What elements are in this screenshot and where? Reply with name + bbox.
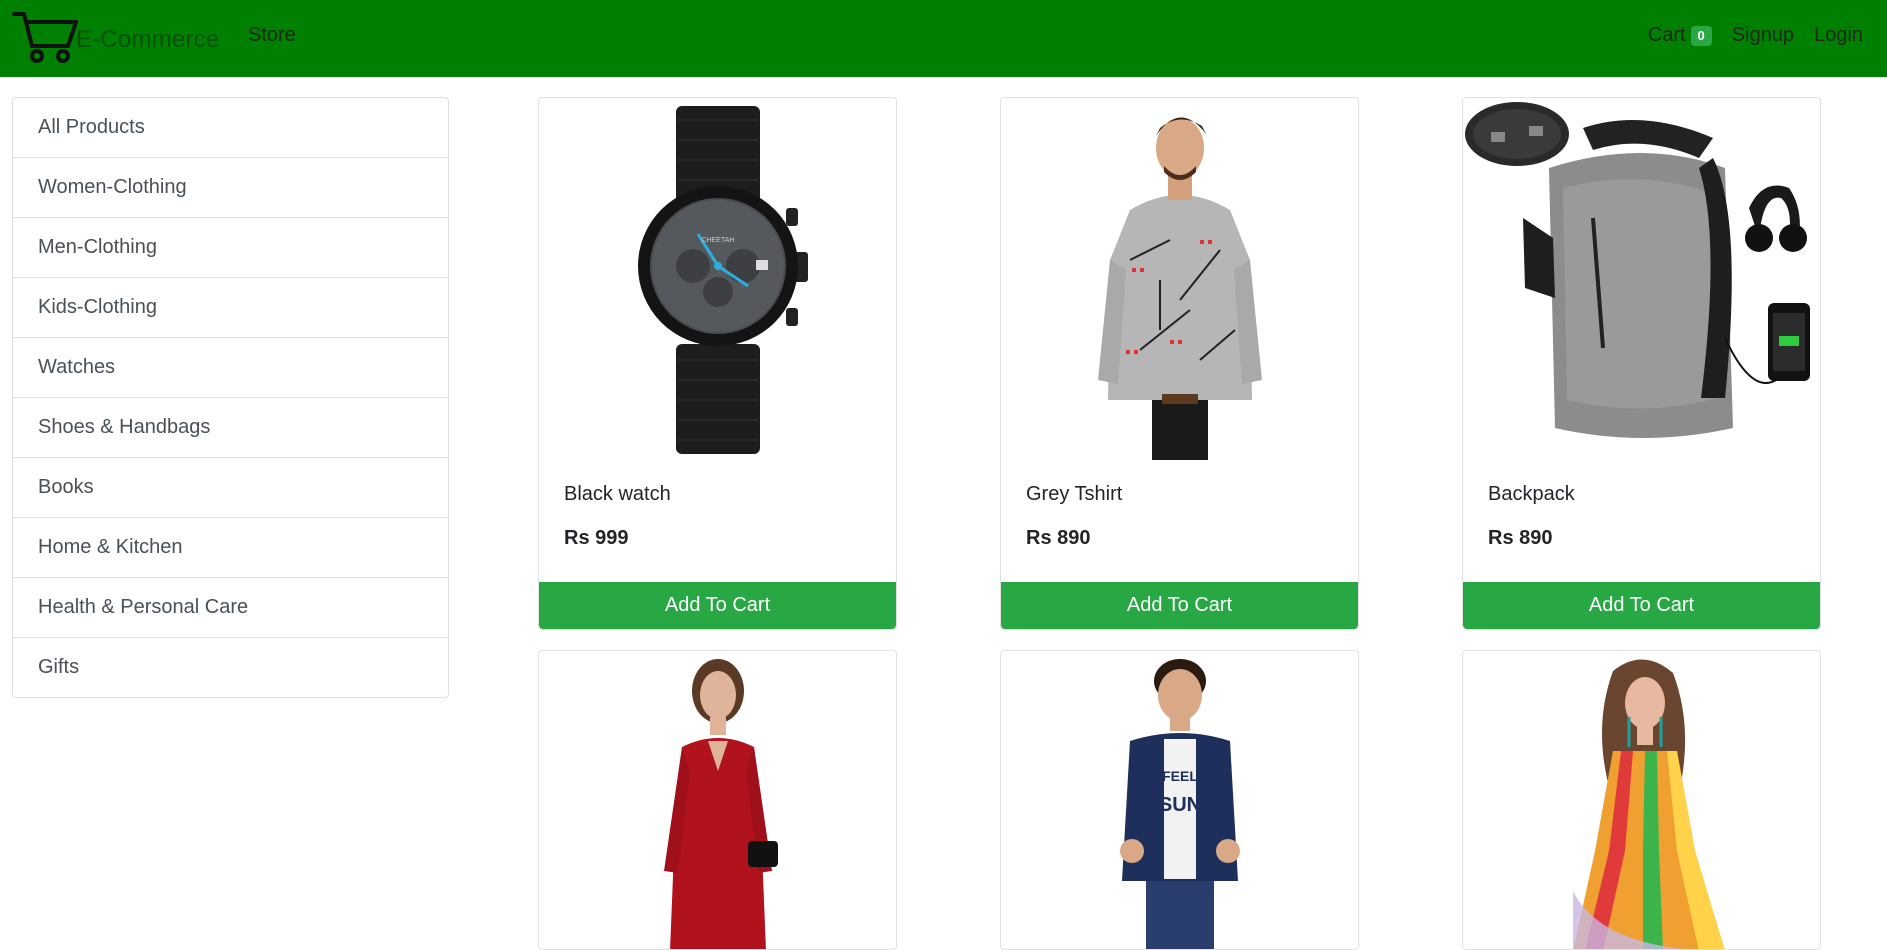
product-price: Rs 890 xyxy=(1488,527,1553,549)
shopping-cart-icon xyxy=(12,12,78,63)
nav-store-link[interactable]: Store xyxy=(248,24,296,47)
brand-link[interactable]: E-Commerce xyxy=(12,8,232,68)
product-card: FEEL SUN xyxy=(1000,650,1359,950)
svg-text:CHEETAH: CHEETAH xyxy=(701,237,734,244)
category-health-personal-care[interactable]: Health & Personal Care xyxy=(12,577,449,638)
cart-label: Cart xyxy=(1647,24,1686,46)
top-navbar: E-Commerce Store Cart 0 Signup Login xyxy=(0,0,1887,77)
category-all-products[interactable]: All Products xyxy=(12,97,449,158)
svg-text:SUN: SUN xyxy=(1158,794,1200,816)
product-card xyxy=(1462,650,1821,950)
add-to-cart-button[interactable]: Add To Cart xyxy=(539,582,896,629)
add-to-cart-button[interactable]: Add To Cart xyxy=(1463,582,1820,629)
category-sidebar: All Products Women-Clothing Men-Clothing… xyxy=(12,97,449,698)
grey-hoodie-image[interactable] xyxy=(1001,98,1358,462)
kids-jacket-image[interactable]: FEEL SUN xyxy=(1001,651,1358,949)
category-home-kitchen[interactable]: Home & Kitchen xyxy=(12,517,449,578)
nav-login-link[interactable]: Login xyxy=(1814,24,1863,47)
nav-signup-link[interactable]: Signup xyxy=(1732,24,1794,47)
product-name: Backpack xyxy=(1488,483,1575,505)
category-kids-clothing[interactable]: Kids-Clothing xyxy=(12,277,449,338)
nav-right: Cart 0 Signup Login xyxy=(1648,24,1863,47)
category-women-clothing[interactable]: Women-Clothing xyxy=(12,157,449,218)
product-name: Black watch xyxy=(564,483,671,505)
product-card: Backpack Rs 890 Add To Cart xyxy=(1462,97,1821,630)
red-dress-image[interactable] xyxy=(539,651,896,949)
rainbow-dress-image[interactable] xyxy=(1463,651,1820,949)
brand-name: E-Commerce xyxy=(76,26,220,53)
category-watches[interactable]: Watches xyxy=(12,337,449,398)
backpack-image[interactable] xyxy=(1463,98,1820,462)
product-card: CHEETAH Black watch Rs 999 Add To Cart xyxy=(538,97,897,630)
product-card xyxy=(538,650,897,950)
product-card: Grey Tshirt Rs 890 Add To Cart xyxy=(1000,97,1359,630)
nav-cart-link[interactable]: Cart 0 xyxy=(1648,24,1712,47)
category-books[interactable]: Books xyxy=(12,457,449,518)
category-gifts[interactable]: Gifts xyxy=(12,637,449,698)
category-men-clothing[interactable]: Men-Clothing xyxy=(12,217,449,278)
product-price: Rs 999 xyxy=(564,527,629,549)
black-watch-image[interactable]: CHEETAH xyxy=(539,98,896,462)
category-shoes-handbags[interactable]: Shoes & Handbags xyxy=(12,397,449,458)
svg-text:FEEL: FEEL xyxy=(1162,768,1198,784)
add-to-cart-button[interactable]: Add To Cart xyxy=(1001,582,1358,629)
cart-count-badge: 0 xyxy=(1690,25,1712,46)
product-name: Grey Tshirt xyxy=(1026,483,1123,505)
product-price: Rs 890 xyxy=(1026,527,1091,549)
